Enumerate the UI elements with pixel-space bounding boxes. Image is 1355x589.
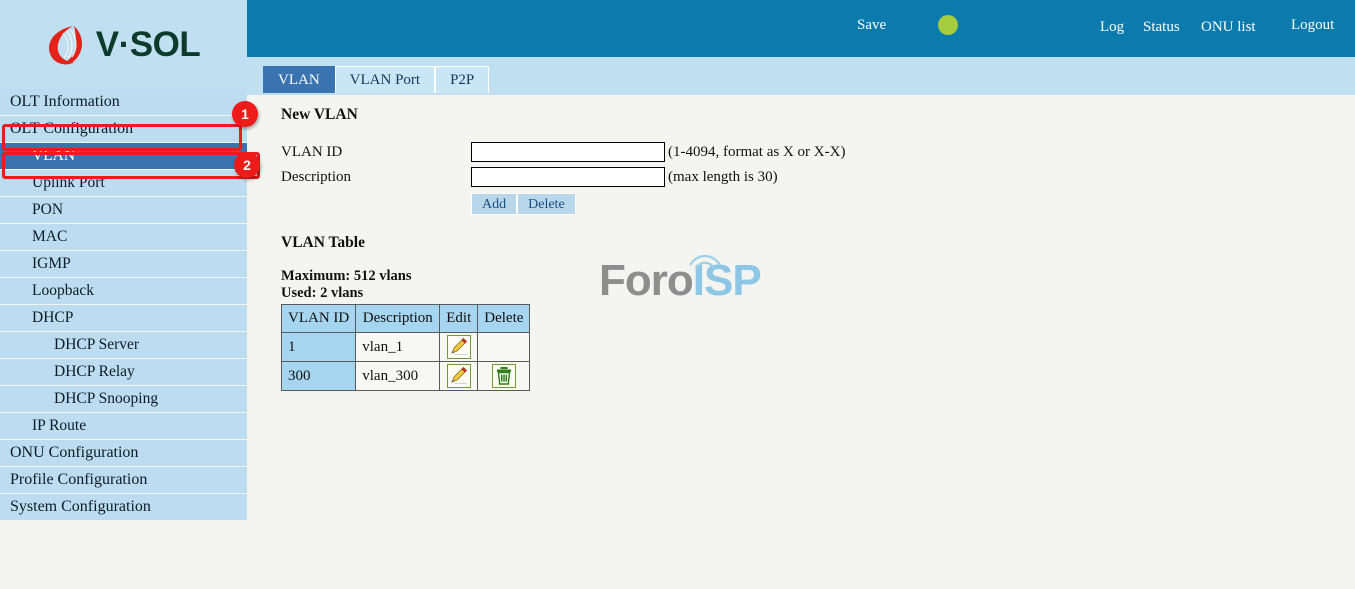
sidebar-item-dhcp-server[interactable]: DHCP Server (0, 332, 247, 358)
cell-delete-empty (477, 332, 531, 362)
tab-vlan[interactable]: VLAN (263, 66, 335, 93)
sidebar-item-olt-configuration[interactable]: OLT Configuration (0, 116, 247, 142)
vlan-id-input[interactable] (471, 142, 665, 162)
sidebar-nav: OLT Information OLT Configuration VLAN U… (0, 89, 247, 535)
wifi-arcs-icon (689, 254, 721, 269)
sidebar-item-loopback[interactable]: Loopback (0, 278, 247, 304)
vlan-table-heading: VLAN Table (281, 234, 365, 251)
brand-name: V·SOL (95, 24, 201, 64)
vlan-table: VLAN ID Description Edit Delete 1 vlan_1 (280, 304, 531, 391)
cell-edit[interactable] (439, 361, 479, 391)
table-header-row: VLAN ID Description Edit Delete (280, 304, 531, 333)
watermark-text-gray: Foro (599, 256, 694, 305)
cell-description: vlan_300 (355, 361, 441, 391)
add-button[interactable]: Add (471, 193, 518, 215)
cell-edit[interactable] (439, 332, 479, 362)
used-vlans-text: Used: 2 vlans (281, 285, 364, 301)
save-link[interactable]: Save (857, 17, 886, 34)
vlan-id-hint: (1-4094, format as X or X-X) (668, 144, 846, 160)
pencil-edit-icon[interactable] (446, 364, 471, 388)
th-vlan-id: VLAN ID (280, 304, 357, 333)
main-content: New VLAN VLAN ID (1-4094, format as X or… (247, 95, 1355, 589)
th-description: Description (355, 304, 441, 333)
th-edit: Edit (439, 304, 479, 333)
cell-description: vlan_1 (355, 332, 441, 362)
delete-button[interactable]: Delete (517, 193, 576, 215)
sidebar-item-uplink-port[interactable]: Uplink Port (0, 170, 247, 196)
brand-logo: V·SOL (0, 0, 247, 89)
trash-delete-icon[interactable] (491, 364, 516, 388)
cell-delete[interactable] (477, 361, 531, 391)
status-indicator-dot (938, 15, 958, 35)
sidebar-item-ip-route[interactable]: IP Route (0, 413, 247, 439)
sidebar-item-dhcp[interactable]: DHCP (0, 305, 247, 331)
sidebar-item-onu-configuration[interactable]: ONU Configuration (0, 440, 247, 466)
sidebar-item-dhcp-relay[interactable]: DHCP Relay (0, 359, 247, 385)
logout-link[interactable]: Logout (1291, 17, 1334, 34)
th-delete: Delete (477, 304, 531, 333)
onu-list-link[interactable]: ONU list (1201, 19, 1256, 36)
sidebar-item-profile-configuration[interactable]: Profile Configuration (0, 467, 247, 493)
new-vlan-heading: New VLAN (281, 106, 358, 123)
sidebar-item-system-configuration[interactable]: System Configuration (0, 494, 247, 520)
top-header-bar: Save Log Status ONU list Logout (247, 0, 1355, 57)
status-link[interactable]: Status (1143, 19, 1180, 36)
form-button-row: Add Delete (471, 193, 576, 215)
sidebar-item-mac[interactable]: MAC (0, 224, 247, 250)
table-row: 300 vlan_300 (280, 361, 531, 391)
tab-p2p[interactable]: P2P (435, 66, 490, 93)
foroisp-watermark: ForoISP (599, 256, 762, 306)
description-input[interactable] (471, 167, 665, 187)
cell-vlan-id: 1 (280, 332, 357, 362)
vlan-id-label: VLAN ID (281, 144, 343, 160)
description-label: Description (281, 169, 351, 185)
pencil-edit-icon[interactable] (446, 335, 471, 359)
page-root: V·SOL Save Log Status ONU list Logout VL… (0, 0, 1355, 589)
log-link[interactable]: Log (1100, 19, 1124, 36)
sidebar-item-dhcp-snooping[interactable]: DHCP Snooping (0, 386, 247, 412)
table-row: 1 vlan_1 (280, 332, 531, 362)
sidebar-item-vlan[interactable]: VLAN (0, 143, 247, 169)
sidebar-item-olt-information[interactable]: OLT Information (0, 89, 247, 115)
vsol-flame-logo-icon (43, 22, 89, 68)
description-hint: (max length is 30) (668, 169, 778, 185)
cell-vlan-id: 300 (280, 361, 357, 391)
maximum-vlans-text: Maximum: 512 vlans (281, 268, 412, 284)
sidebar-item-igmp[interactable]: IGMP (0, 251, 247, 277)
tab-vlan-port[interactable]: VLAN Port (334, 66, 436, 93)
sidebar-item-pon[interactable]: PON (0, 197, 247, 223)
tab-strip: VLAN VLAN Port P2P (247, 57, 1355, 95)
